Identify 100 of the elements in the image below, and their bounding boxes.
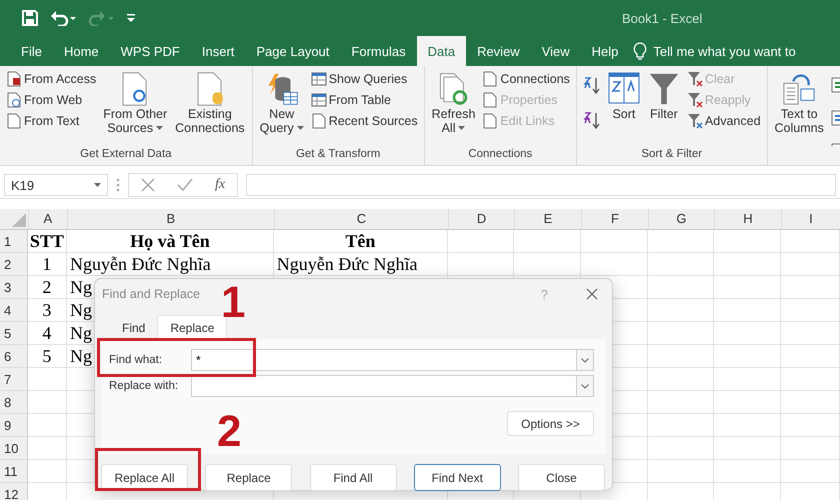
field-label: Replace with:: [109, 380, 180, 392]
dialog-title: Find and Replace: [102, 287, 201, 301]
customize-icon[interactable]: [126, 12, 136, 24]
sort-icon: [582, 76, 601, 96]
table-cell: [648, 391, 714, 414]
formula-input[interactable]: [246, 174, 836, 196]
table-cell: [448, 253, 514, 276]
ribbon-button[interactable]: Filter: [644, 70, 683, 146]
table-cell: [648, 437, 714, 460]
table-cell: [780, 299, 840, 322]
table-cell: [648, 414, 714, 437]
ribbon-button[interactable]: From Access: [4, 70, 98, 88]
table-cell: [648, 345, 714, 368]
column-header[interactable]: C: [274, 209, 448, 229]
options-button[interactable]: Options >>: [507, 411, 594, 436]
chevron-down-icon: [581, 384, 589, 388]
insert-function-button[interactable]: fx: [215, 177, 226, 193]
column-header[interactable]: I: [780, 209, 840, 229]
table-cell: [714, 391, 781, 414]
table-cell: [714, 345, 781, 368]
ribbon-tab[interactable]: Data: [416, 36, 466, 66]
table-cell: [581, 230, 648, 253]
column-header[interactable]: B: [66, 209, 274, 229]
ribbon-button[interactable]: New Query: [256, 70, 307, 146]
ribbon-tab[interactable]: Review: [466, 36, 531, 66]
ribbon-button[interactable]: Advanced: [684, 112, 763, 130]
ribbon-tab[interactable]: File: [10, 36, 53, 66]
row-header[interactable]: 10: [0, 437, 28, 460]
text-field[interactable]: *: [191, 349, 576, 371]
column-header[interactable]: G: [648, 209, 714, 229]
table-cell: [714, 276, 781, 299]
column-header[interactable]: H: [714, 209, 781, 229]
sort-icon: [608, 72, 640, 106]
column-header[interactable]: D: [448, 209, 514, 229]
table-cell: [780, 276, 840, 299]
tell-me-field[interactable]: Tell me what you want to: [651, 42, 826, 60]
row-header[interactable]: 1: [0, 230, 28, 253]
table-cell: STT: [28, 230, 68, 253]
columns-icon: [781, 72, 818, 106]
ribbon-tab[interactable]: Insert: [190, 36, 246, 66]
column-header[interactable]: E: [514, 209, 581, 229]
ribbon-button[interactable]: From Table: [308, 91, 420, 109]
table-cell: [714, 322, 781, 345]
dialog-button[interactable]: Close: [518, 464, 605, 491]
table-cell: [648, 276, 714, 299]
save-icon[interactable]: [22, 10, 38, 26]
ribbon-tab[interactable]: Home: [52, 36, 110, 66]
dropdown-button[interactable]: [576, 349, 594, 371]
row-header[interactable]: 4: [0, 299, 28, 322]
table-cell: [780, 414, 840, 437]
ribbon-tab[interactable]: Formulas: [340, 36, 417, 66]
document-icon: [482, 92, 498, 108]
table-cell: [648, 299, 714, 322]
row-header[interactable]: 9: [0, 414, 28, 437]
row-header[interactable]: 7: [0, 368, 28, 391]
lightbulb-icon: [633, 42, 648, 60]
ribbon-button[interactable]: Existing Connections: [172, 70, 248, 146]
table-cell: Nguyễn Đức Nghĩa: [67, 253, 274, 276]
ribbon-button[interactable]: From Other Sources: [100, 70, 170, 146]
ribbon-button[interactable]: Connections: [480, 70, 572, 88]
table-cell: [714, 368, 781, 391]
row-header[interactable]: 2: [0, 253, 28, 276]
document-icon: [482, 71, 498, 87]
row-header[interactable]: 3: [0, 276, 28, 299]
column-header[interactable]: A: [28, 209, 67, 229]
document-icon: [310, 113, 327, 129]
table-cell: 3: [28, 299, 68, 322]
column-header[interactable]: F: [580, 209, 648, 229]
row-header[interactable]: 8: [0, 391, 28, 414]
table-cell: Nguyễn Đức Nghĩa: [274, 253, 448, 276]
check-icon[interactable]: [177, 178, 193, 192]
dialog-button[interactable]: Find All: [310, 464, 396, 491]
ribbon-tab[interactable]: Page Layout: [245, 36, 340, 66]
ribbon-button[interactable]: From Web: [4, 91, 98, 109]
ribbon-button[interactable]: Refresh All: [428, 70, 478, 146]
row-header[interactable]: 11: [0, 460, 28, 483]
row-header[interactable]: 6: [0, 345, 28, 368]
dropdown-button[interactable]: [576, 375, 594, 397]
text-field[interactable]: [191, 375, 576, 397]
table-cell: [448, 230, 514, 253]
dialog-button[interactable]: Find Next: [414, 464, 501, 491]
table-cell: [780, 322, 840, 345]
ribbon-tab[interactable]: Help: [580, 36, 630, 66]
ribbon-tab[interactable]: View: [530, 36, 581, 66]
ribbon-button[interactable]: Text to Columns: [772, 70, 827, 146]
ribbon-button[interactable]: Show Queries: [308, 70, 420, 88]
table-cell: [714, 230, 781, 253]
table-cell: [780, 368, 840, 391]
ribbon-tab[interactable]: WPS PDF: [110, 36, 191, 66]
close-icon[interactable]: [586, 288, 598, 300]
undo-icon[interactable]: [50, 10, 76, 26]
cancel-icon[interactable]: [141, 178, 155, 192]
dialog-button[interactable]: Replace: [205, 464, 292, 491]
row-header[interactable]: 5: [0, 322, 28, 345]
ribbon-button[interactable]: From Text: [4, 112, 98, 130]
name-box[interactable]: K19: [4, 174, 108, 196]
caret-icon: [94, 182, 101, 188]
ribbon-button[interactable]: Recent Sources: [308, 112, 420, 130]
ribbon-button[interactable]: Sort: [604, 70, 643, 146]
row-header[interactable]: 12: [0, 483, 28, 500]
